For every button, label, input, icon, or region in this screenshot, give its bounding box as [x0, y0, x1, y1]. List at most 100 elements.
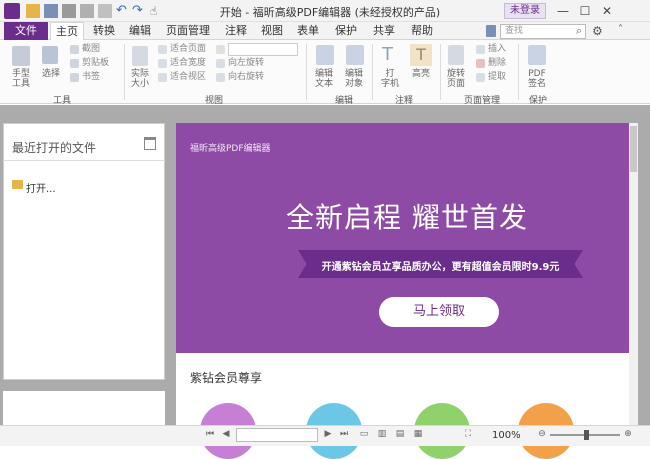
highlight-button[interactable]: 高亮	[406, 69, 436, 79]
banner-brand: 福昕高级PDF编辑器	[190, 144, 271, 154]
zoom-out-icon[interactable]	[216, 45, 225, 54]
pdf-sign-icon	[528, 45, 546, 65]
rotate-left-button[interactable]: 向左旋转	[228, 58, 264, 69]
insert-button[interactable]: 插入	[488, 44, 506, 55]
page-number-input[interactable]	[236, 428, 318, 442]
tab-edit[interactable]: 编辑	[124, 22, 156, 40]
highlight-icon: T	[410, 44, 432, 66]
search-input[interactable]: 查找	[500, 24, 586, 39]
bookmark-icon	[70, 73, 79, 82]
first-page-icon[interactable]: ⏮	[204, 428, 216, 441]
select-icon	[42, 46, 58, 64]
fit-page-button[interactable]: 适合页面	[170, 44, 206, 55]
zoom-level[interactable]: 100%	[492, 430, 521, 441]
screenshot-icon	[70, 45, 79, 54]
file-tab[interactable]: 文件	[4, 22, 48, 40]
edit-text-icon	[316, 45, 334, 65]
undo-icon[interactable]: ↶	[116, 4, 130, 18]
insert-icon	[476, 45, 485, 54]
chevron-icon[interactable]: ˄	[618, 24, 623, 35]
zoom-select[interactable]	[228, 43, 298, 56]
fit-width-button[interactable]: 适合宽度	[170, 58, 206, 69]
fit-page-icon	[158, 45, 167, 54]
tab-page-manage[interactable]: 页面管理	[160, 22, 216, 40]
tab-share[interactable]: 共享	[368, 22, 400, 40]
recent-files-panel	[3, 123, 165, 380]
extract-icon	[476, 73, 485, 82]
open-file-link[interactable]: 打开...	[26, 180, 56, 195]
edit-object-icon	[346, 45, 364, 65]
panel-title: 最近打开的文件	[12, 141, 97, 155]
save-icon[interactable]	[44, 4, 58, 18]
min-button[interactable]: —	[554, 3, 572, 19]
page-icon[interactable]	[80, 4, 94, 18]
print-icon[interactable]	[62, 4, 76, 18]
rotate-right-button[interactable]: 向右旋转	[228, 72, 264, 83]
zoom-out-icon[interactable]: ⊖	[536, 428, 548, 441]
hand-dropdown-icon[interactable]: ☝	[150, 4, 164, 18]
login-button[interactable]: 未登录	[504, 3, 546, 19]
edit-text-button[interactable]: 编辑 文本	[310, 69, 338, 89]
actual-size-button[interactable]: 实际 大小	[126, 69, 154, 89]
tab-view[interactable]: 视图	[256, 22, 288, 40]
single-page-icon[interactable]: ▭	[358, 428, 370, 441]
page2-icon[interactable]	[98, 4, 112, 18]
select-button[interactable]: 选择	[38, 69, 64, 79]
clipboard-icon	[70, 59, 79, 68]
window-title: 开始 - 福昕高级PDF编辑器 (未经授权的产品)	[219, 6, 441, 19]
max-button[interactable]: ☐	[576, 3, 594, 19]
member-section-title: 紫钻会员尊享	[190, 371, 263, 385]
extract-button[interactable]: 提取	[488, 72, 506, 83]
fit-icon[interactable]: ⛶	[462, 428, 474, 441]
folder-icon	[12, 180, 23, 189]
rotate-page-icon	[448, 45, 464, 65]
ribbon-divider	[124, 44, 125, 100]
user-icon[interactable]	[486, 25, 496, 37]
fit-visible-button[interactable]: 适合视区	[170, 72, 206, 83]
app-logo-icon	[4, 3, 20, 19]
ribbon-divider	[518, 44, 519, 100]
ribbon-divider	[372, 44, 373, 100]
typewriter-icon: T	[382, 44, 393, 65]
gear-icon[interactable]: ⚙	[592, 24, 603, 38]
fit-visible-icon	[158, 73, 167, 82]
continuous-icon[interactable]: ▥	[376, 428, 388, 441]
prev-page-icon[interactable]: ◀	[220, 428, 232, 441]
tab-annotate[interactable]: 注释	[220, 22, 252, 40]
redo-icon[interactable]: ↷	[132, 4, 146, 18]
facing-icon[interactable]: ▤	[394, 428, 406, 441]
rotate-right-icon	[216, 73, 225, 82]
zoom-slider-thumb[interactable]	[584, 430, 589, 440]
claim-button[interactable]: 马上领取	[379, 297, 499, 327]
clipboard-button[interactable]: 剪贴板	[82, 58, 109, 69]
rotate-left-icon	[216, 59, 225, 68]
bookmark-button[interactable]: 书签	[82, 72, 100, 83]
open-icon[interactable]	[26, 4, 40, 18]
ribbon-divider	[440, 44, 441, 100]
hand-tool-button[interactable]: 手型 工具	[6, 69, 36, 89]
scrollbar-thumb[interactable]	[630, 126, 637, 172]
fit-width-icon	[158, 59, 167, 68]
divider	[3, 160, 165, 161]
delete-icon	[476, 59, 485, 68]
screenshot-button[interactable]: 截图	[82, 44, 100, 55]
tab-form[interactable]: 表单	[292, 22, 324, 40]
banner-headline: 全新启程 耀世首发	[286, 201, 528, 234]
close-button[interactable]: ✕	[598, 3, 616, 19]
trash-icon[interactable]	[144, 137, 156, 150]
tab-convert[interactable]: 转换	[88, 22, 120, 40]
edit-object-button[interactable]: 编辑 对象	[340, 69, 368, 89]
zoom-in-icon[interactable]: ⊕	[622, 428, 634, 441]
rotate-page-button[interactable]: 旋转 页面	[442, 69, 470, 89]
search-icon[interactable]: ⌕	[576, 24, 582, 38]
last-page-icon[interactable]: ⏭	[338, 428, 350, 441]
pdf-sign-button[interactable]: PDF 签名	[522, 69, 552, 89]
cover-icon[interactable]: ▦	[412, 428, 424, 441]
next-page-icon[interactable]: ▶	[322, 428, 334, 441]
tab-home[interactable]: 主页	[50, 22, 84, 41]
banner-promo-text: 开通紫钻会员立享品质办公，更有超值会员限时9.9元	[321, 262, 560, 273]
tab-protect[interactable]: 保护	[330, 22, 362, 40]
delete-button[interactable]: 删除	[488, 58, 506, 69]
tab-help[interactable]: 帮助	[406, 22, 438, 40]
typewriter-button[interactable]: 打 字机	[376, 69, 404, 89]
